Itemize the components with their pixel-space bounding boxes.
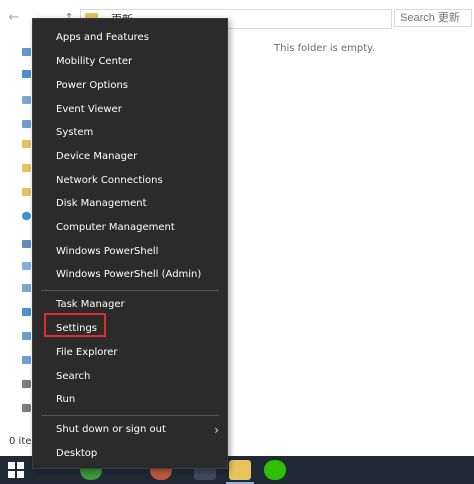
menu-item-search[interactable]: Search <box>33 366 227 388</box>
menu-item-device-manager[interactable]: Device Manager <box>33 146 227 168</box>
arrow-left-icon[interactable]: ← <box>6 10 22 26</box>
downloads-icon[interactable] <box>22 308 31 316</box>
menu-item-shut-down-or-sign-out[interactable]: Shut down or sign out › <box>33 419 227 441</box>
empty-folder-message: This folder is empty. <box>274 43 375 54</box>
onedrive-icon[interactable] <box>22 212 31 220</box>
drive-icon[interactable] <box>22 404 31 412</box>
desktop-icon[interactable] <box>22 262 31 270</box>
menu-item-event-viewer[interactable]: Event Viewer <box>33 99 227 121</box>
menu-separator <box>41 290 219 291</box>
quick-access-icon[interactable] <box>22 48 31 56</box>
menu-item-disk-management[interactable]: Disk Management <box>33 193 227 215</box>
this-pc-icon[interactable] <box>22 240 31 248</box>
settings-highlight-box <box>44 313 106 337</box>
menu-item-windows-powershell-admin[interactable]: Windows PowerShell (Admin) <box>33 264 227 286</box>
menu-item-apps-and-features[interactable]: Apps and Features <box>33 27 227 49</box>
music-icon[interactable] <box>22 332 31 340</box>
documents-icon[interactable] <box>22 96 31 104</box>
menu-item-system[interactable]: System <box>33 122 227 144</box>
menu-item-mobility-center[interactable]: Mobility Center <box>33 51 227 73</box>
navigation-pane <box>0 40 32 430</box>
menu-item-desktop[interactable]: Desktop <box>33 443 227 465</box>
windows-logo-icon[interactable] <box>8 462 24 478</box>
menu-item-network-connections[interactable]: Network Connections <box>33 170 227 192</box>
search-input[interactable] <box>394 9 472 27</box>
folder-icon[interactable] <box>22 140 31 148</box>
menu-item-power-options[interactable]: Power Options <box>33 75 227 97</box>
drive-icon[interactable] <box>22 380 31 388</box>
downloads-icon[interactable] <box>22 70 31 78</box>
documents-icon[interactable] <box>22 284 31 292</box>
menu-item-computer-management[interactable]: Computer Management <box>33 217 227 239</box>
file-explorer-app-icon[interactable] <box>229 460 251 480</box>
pictures-icon[interactable] <box>22 356 31 364</box>
menu-item-windows-powershell[interactable]: Windows PowerShell <box>33 241 227 263</box>
menu-item-file-explorer[interactable]: File Explorer <box>33 342 227 364</box>
chevron-right-icon: › <box>214 423 219 437</box>
wechat-app-icon[interactable] <box>264 460 286 480</box>
menu-item-label: Shut down or sign out <box>56 424 166 435</box>
menu-separator <box>41 415 219 416</box>
pictures-icon[interactable] <box>22 120 31 128</box>
folder-icon[interactable] <box>22 164 31 172</box>
folder-icon[interactable] <box>22 188 31 196</box>
power-user-menu: Apps and Features Mobility Center Power … <box>32 18 228 469</box>
menu-item-run[interactable]: Run <box>33 389 227 411</box>
